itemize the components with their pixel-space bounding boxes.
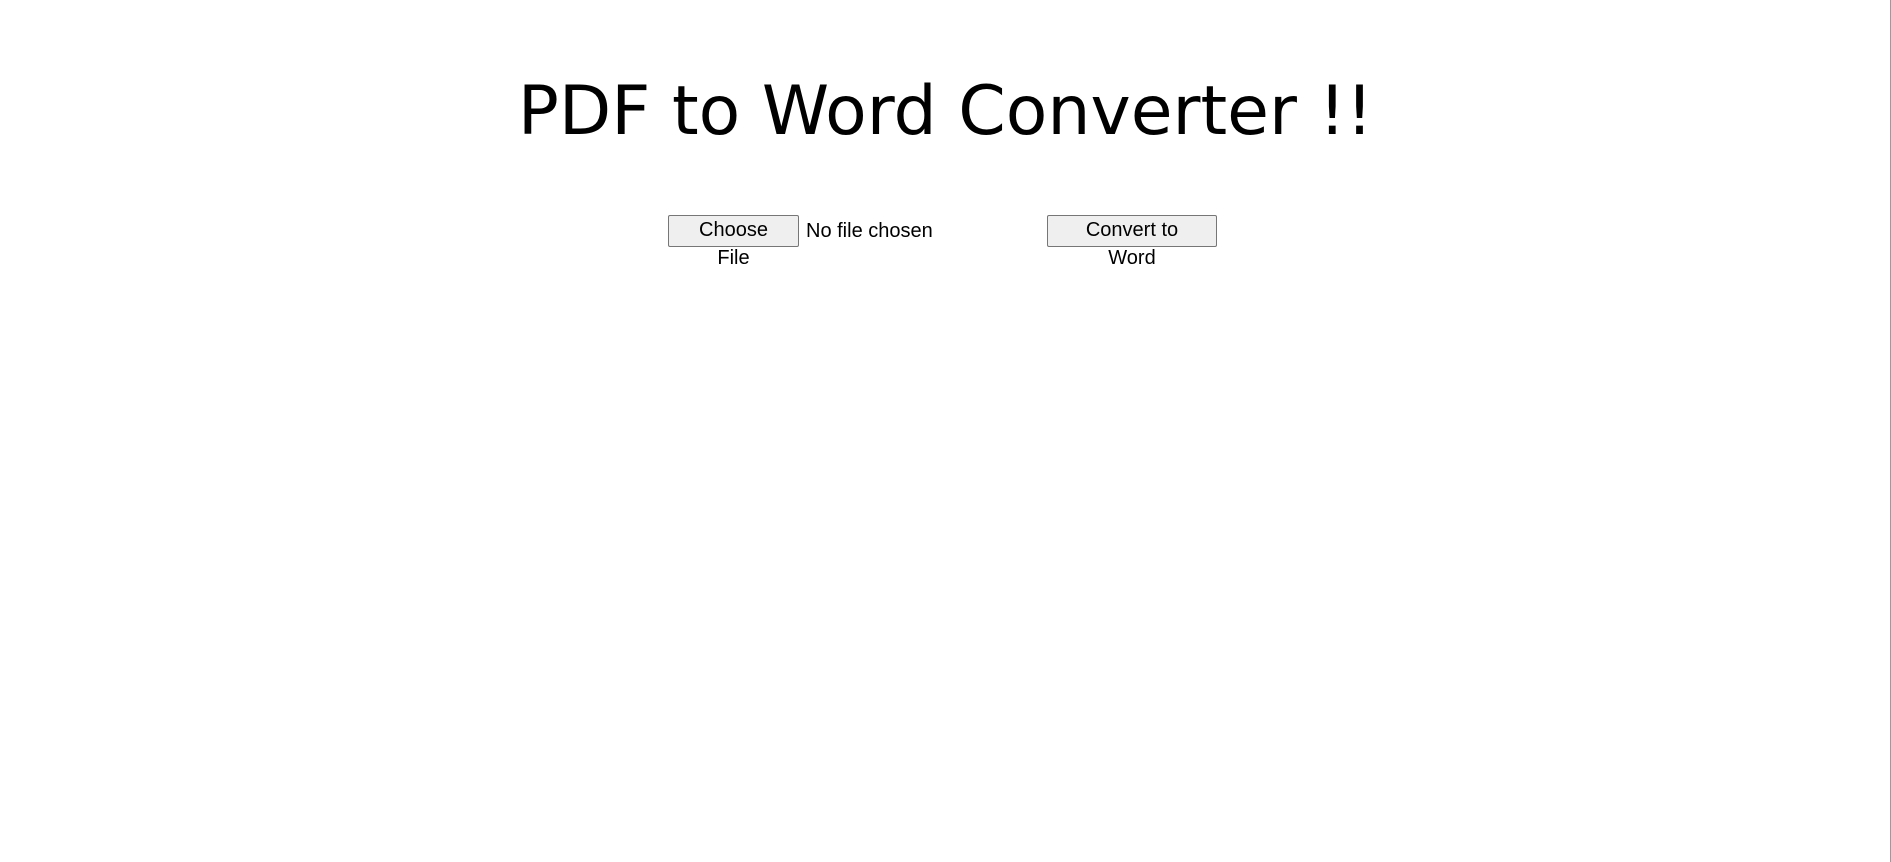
convert-to-word-button[interactable]: Convert to Word xyxy=(1047,215,1217,269)
page-title: PDF to Word Converter !! xyxy=(517,72,1374,151)
file-status-text: No file chosen xyxy=(806,220,933,242)
page: PDF to Word Converter !! Choose File No … xyxy=(0,0,1891,862)
file-input[interactable]: Choose File No file chosen xyxy=(668,215,933,269)
choose-file-button[interactable]: Choose File xyxy=(668,215,799,269)
